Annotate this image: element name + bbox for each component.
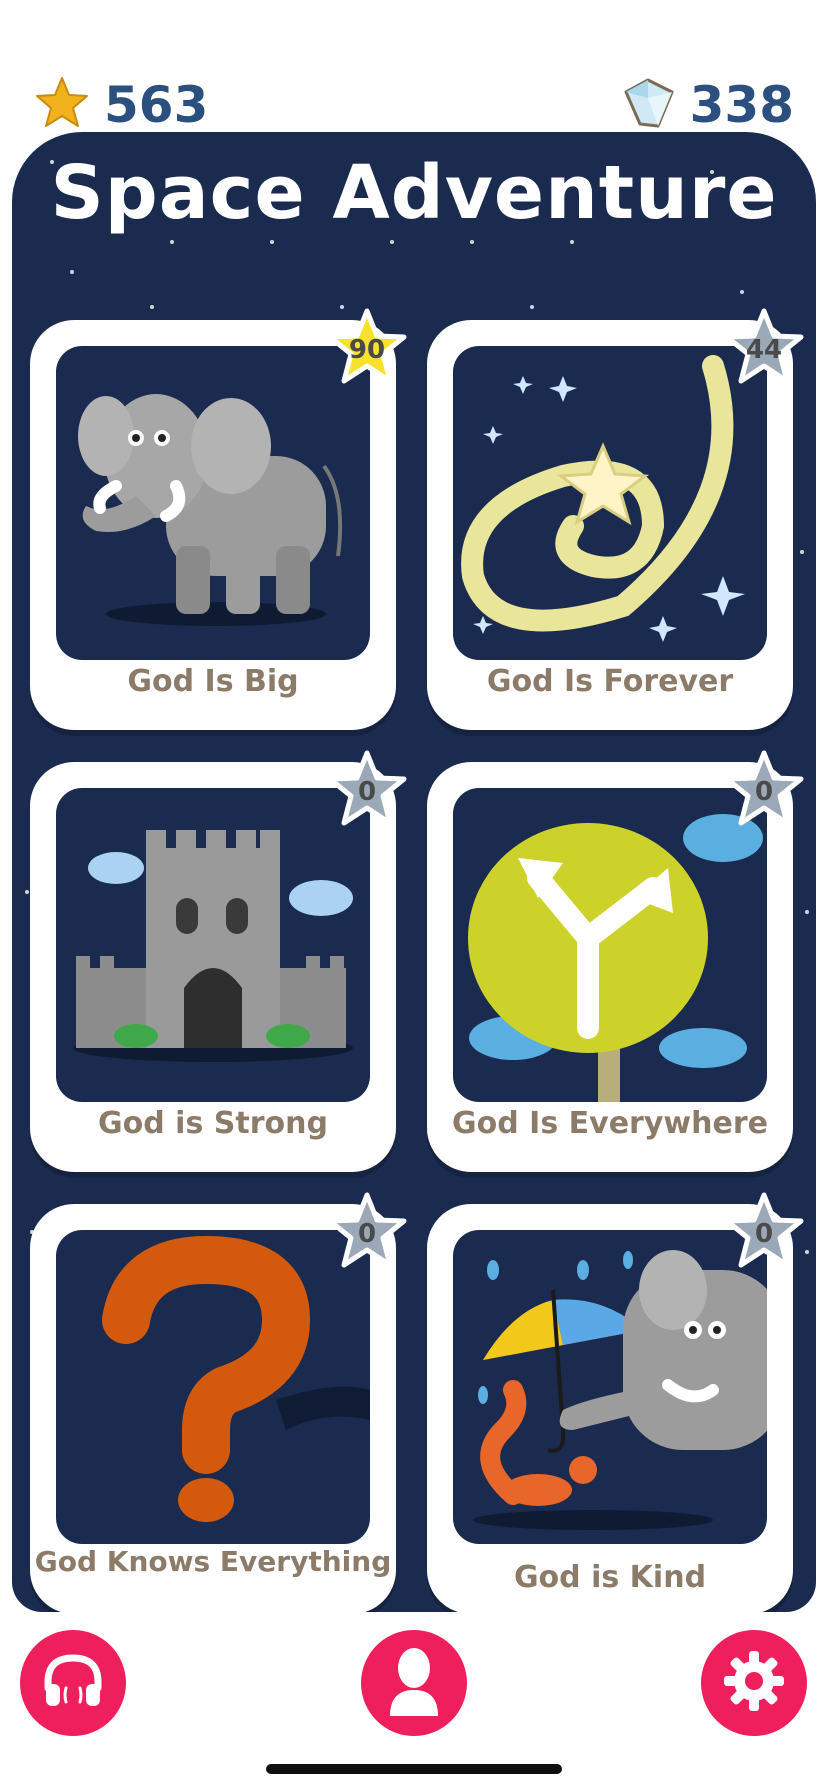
score-value: 44 [745, 335, 783, 365]
lesson-card-god-knows-everything[interactable]: 0 God Knows Everything [30, 1192, 407, 1612]
elephant-umbrella-icon [453, 1230, 767, 1544]
score-value: 0 [357, 1219, 377, 1249]
galaxy-icon [453, 346, 767, 660]
score-star-badge: 0 [326, 750, 408, 832]
score-star-badge: 90 [326, 308, 408, 390]
person-icon [382, 1644, 446, 1722]
home-indicator[interactable] [266, 1764, 562, 1774]
score-star-badge: 0 [326, 1192, 408, 1274]
lesson-title: God Is Everywhere [452, 1106, 768, 1141]
lesson-card-god-is-kind[interactable]: 0 God is Kind [427, 1192, 804, 1612]
lesson-panel: Space Adventure 90 God Is Big 44 God Is … [12, 132, 816, 1612]
score-star-badge: 44 [723, 308, 805, 390]
elephant-icon [56, 346, 370, 660]
score-star-badge: 0 [723, 750, 805, 832]
gems-counter: 338 [618, 70, 794, 140]
lesson-title: God is Strong [98, 1106, 328, 1141]
headphones-icon [38, 1646, 108, 1720]
bottom-nav [0, 1630, 828, 1740]
castle-icon [56, 788, 370, 1102]
profile-button[interactable] [361, 1630, 467, 1736]
stars-counter: 563 [34, 70, 208, 140]
audio-button[interactable] [20, 1630, 126, 1736]
score-star-badge: 0 [723, 1192, 805, 1274]
score-value: 0 [754, 1219, 774, 1249]
gear-icon [719, 1646, 789, 1720]
lesson-title: God is Kind [513, 1560, 707, 1595]
lesson-card-god-is-big[interactable]: 90 God Is Big [30, 308, 407, 730]
lesson-title: God Is Big [127, 664, 299, 699]
lesson-title: God Is Forever [486, 664, 734, 699]
settings-button[interactable] [701, 1630, 807, 1736]
question-mark-icon [56, 1230, 370, 1544]
score-value: 0 [754, 777, 774, 807]
score-value: 0 [357, 777, 377, 807]
lesson-card-god-is-forever[interactable]: 44 God Is Forever [427, 308, 804, 730]
lesson-card-god-is-strong[interactable]: 0 God is Strong [30, 750, 407, 1172]
gems-count: 338 [689, 76, 794, 134]
stars-count: 563 [104, 76, 209, 134]
lesson-card-god-is-everywhere[interactable]: 0 God Is Everywhere [427, 750, 804, 1172]
star-icon [34, 75, 90, 135]
score-value: 90 [348, 335, 386, 365]
gem-icon [618, 74, 676, 136]
signpost-icon [453, 788, 767, 1102]
lesson-title: God Knows Everything [34, 1545, 392, 1578]
page-title: Space Adventure [50, 150, 778, 236]
